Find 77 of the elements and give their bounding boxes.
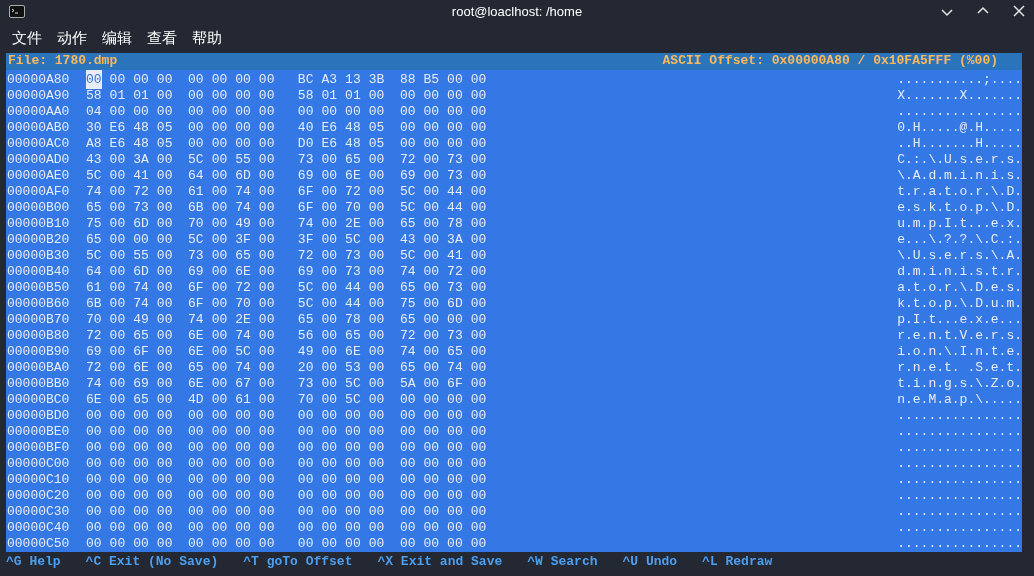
offset-label: 00000C00: [6, 454, 71, 473]
offset-label: 00000BF0: [6, 438, 71, 457]
offset-label: 00000B10: [6, 214, 71, 233]
offset-label: 00000A80: [6, 70, 71, 89]
ascii-text: t.r.a.t.o.r.\.D.: [897, 182, 1022, 201]
shortcut-hint: ^G Help: [6, 552, 61, 571]
window-title: root@loaclhost: /home: [451, 3, 583, 22]
ascii-text: ................: [897, 102, 1022, 121]
ascii-text: ................: [897, 534, 1022, 553]
ascii-text: ................: [897, 406, 1022, 425]
file-name: File: 1780.dmp: [8, 52, 118, 71]
ascii-text: ..H.......H.....: [897, 134, 1022, 153]
offset-label: 00000C20: [6, 486, 71, 505]
offset-label: 00000AE0: [6, 166, 71, 185]
offset-label: 00000BE0: [6, 422, 71, 441]
shortcut-hint: ^X Exit and Save: [377, 552, 503, 571]
offset-label: 00000AF0: [6, 182, 71, 201]
ascii-text: ................: [897, 518, 1022, 537]
offset-label: 00000B40: [6, 262, 71, 281]
ascii-text: a.t.o.r.\.D.e.s.: [897, 278, 1022, 297]
offset-label: 00000BD0: [6, 406, 71, 425]
ascii-text: ...........;....: [897, 70, 1022, 89]
offset-label: 00000BA0: [6, 358, 71, 377]
offset-label: 00000BC0: [6, 390, 71, 409]
menu-item[interactable]: 动作: [57, 27, 87, 50]
shortcut-hint: ^W Search: [527, 552, 598, 571]
ascii-text: C.:.\.U.s.e.r.s.: [897, 150, 1022, 169]
ascii-text: ................: [897, 422, 1022, 441]
ascii-text: \.U.s.e.r.s.\.A.: [897, 246, 1022, 265]
ascii-text: p.I.t...e.x.e...: [897, 310, 1022, 329]
shortcut-hint: ^U Undo: [622, 552, 678, 571]
ascii-text: ................: [897, 502, 1022, 521]
offset-label: 00000B90: [6, 342, 71, 361]
shortcut-hint: ^C Exit (No Save): [85, 552, 219, 571]
offset-label: 00000B50: [6, 278, 71, 297]
shortcut-hint: ^T goTo Offset: [243, 552, 353, 571]
ascii-text: d.m.i.n.i.s.t.r.: [897, 262, 1022, 281]
offset-label: 00000C30: [6, 502, 71, 521]
offset-label: 00000C50: [6, 534, 71, 553]
offset-label: 00000C40: [6, 518, 71, 537]
ascii-text: t.i.n.g.s.\.Z.o.: [897, 374, 1022, 393]
ascii-text: r.e.n.t.V.e.r.s.: [897, 326, 1022, 345]
ascii-text: e...\.?.?.\.C.:.: [897, 230, 1022, 249]
ascii-text: ................: [897, 454, 1022, 473]
offset-label: 00000B30: [6, 246, 71, 265]
menu-item[interactable]: 编辑: [102, 27, 132, 50]
ascii-text: e.s.k.t.o.p.\.D.: [897, 198, 1022, 217]
offset-label: 00000C10: [6, 470, 71, 489]
close-icon[interactable]: [1012, 4, 1026, 18]
menu-item[interactable]: 文件: [12, 27, 42, 50]
offset-label: 00000B00: [6, 198, 71, 217]
offset-label: 00000B60: [6, 294, 71, 313]
ascii-text: ................: [897, 438, 1022, 457]
ascii-text: 0.H.....@.H.....: [897, 118, 1022, 137]
terminal-icon: [9, 5, 25, 18]
menu-item[interactable]: 查看: [147, 27, 177, 50]
ascii-text: X.......X.......: [897, 86, 1022, 105]
shortcut-hint: ^L Redraw: [702, 552, 773, 571]
ascii-text: ................: [897, 486, 1022, 505]
ascii-text: k.t.o.p.\.D.u.m.: [897, 294, 1022, 313]
offset-label: 00000B20: [6, 230, 71, 249]
offset-label: 00000AC0: [6, 134, 71, 153]
offset-status: ASCII Offset: 0x00000A80 / 0x10FA5FFF (%00): [662, 52, 998, 71]
menu-item[interactable]: 帮助: [192, 27, 222, 50]
ascii-text: r.n.e.t. .S.e.t.: [897, 358, 1022, 377]
offset-label: 00000BB0: [6, 374, 71, 393]
ascii-text: n.e.M.a.p.\.....: [897, 390, 1022, 409]
ascii-text: \.A.d.m.i.n.i.s.: [897, 166, 1022, 185]
offset-label: 00000B80: [6, 326, 71, 345]
offset-label: 00000AB0: [6, 118, 71, 137]
ascii-text: i.o.n.\.I.n.t.e.: [897, 342, 1022, 361]
offset-label: 00000AD0: [6, 150, 71, 169]
offset-label: 00000A90: [6, 86, 71, 105]
ascii-text: u.m.p.I.t...e.x.: [897, 214, 1022, 233]
ascii-text: ................: [897, 470, 1022, 489]
offset-label: 00000AA0: [6, 102, 71, 121]
offset-label: 00000B70: [6, 310, 71, 329]
